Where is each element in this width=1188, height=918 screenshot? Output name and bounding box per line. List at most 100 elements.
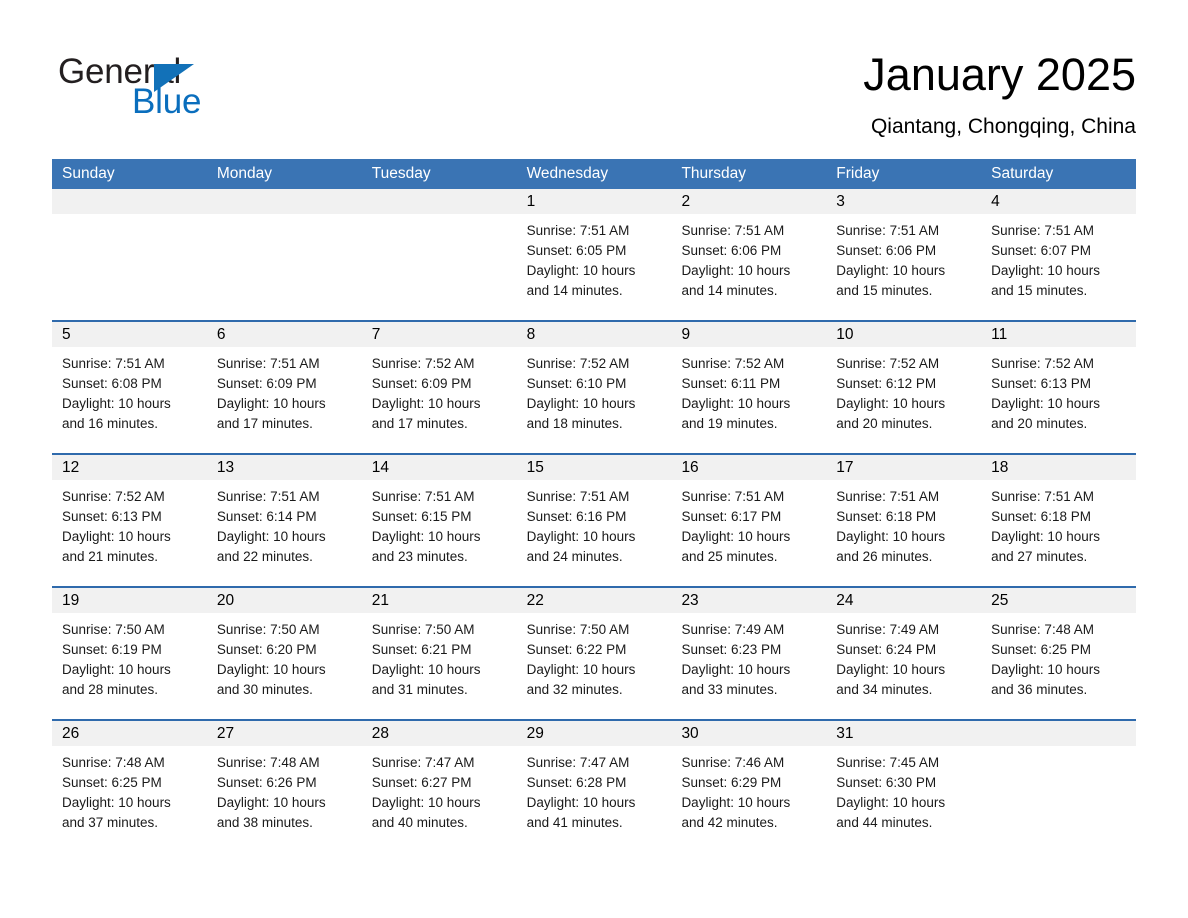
day-number[interactable]: 9: [671, 322, 826, 347]
day-number[interactable]: 31: [826, 721, 981, 746]
sunrise-text: Sunrise: 7:49 AM: [836, 622, 940, 637]
sunset-text: Sunset: 6:30 PM: [836, 775, 937, 790]
daylight-text: Daylight: 10 hours and 31 minutes.: [371, 662, 481, 697]
daylight-text: Daylight: 10 hours and 44 minutes.: [836, 795, 946, 830]
sunset-text: Sunset: 6:16 PM: [526, 509, 627, 524]
daylight-text: Daylight: 10 hours and 24 minutes.: [526, 529, 636, 564]
day-number[interactable]: 16: [671, 455, 826, 480]
day-number[interactable]: 5: [52, 322, 207, 347]
sunrise-text: Sunrise: 7:51 AM: [991, 223, 1094, 238]
day-info: Sunrise: 7:52 AM Sunset: 6:09 PM Daylight:…: [362, 347, 517, 444]
day-info: Sunrise: 7:52 AM Sunset: 6:11 PM Daylight:…: [671, 347, 826, 444]
day-info: Sunrise: 7:51 AM Sunset: 6:08 PM Daylight:…: [52, 347, 207, 444]
day-number[interactable]: 18: [981, 455, 1136, 480]
day-info-empty: [207, 214, 362, 311]
day-info: Sunrise: 7:51 AM Sunset: 6:06 PM Daylight:…: [826, 214, 981, 311]
day-number[interactable]: 8: [517, 322, 672, 347]
weekday-header-tuesday: Tuesday: [371, 165, 431, 182]
daylight-text: Daylight: 10 hours and 20 minutes.: [991, 396, 1100, 431]
sunrise-text: Sunrise: 7:52 AM: [991, 356, 1094, 371]
day-number[interactable]: 25: [981, 588, 1136, 613]
weekday-header-wednesday: Wednesday: [526, 165, 609, 182]
daylight-text: Daylight: 10 hours and 41 minutes.: [526, 795, 636, 830]
sunset-text: Sunset: 6:14 PM: [216, 509, 317, 524]
day-info: Sunrise: 7:51 AM Sunset: 6:18 PM Daylight:…: [981, 480, 1136, 577]
day-details-row: Sunrise: 7:48 AM Sunset: 6:25 PM Daylight:…: [52, 746, 1136, 843]
sunrise-text: Sunrise: 7:48 AM: [62, 755, 165, 770]
sunrise-text: Sunrise: 7:45 AM: [836, 755, 940, 770]
day-number[interactable]: 19: [52, 588, 207, 613]
day-number[interactable]: 28: [362, 721, 517, 746]
day-number[interactable]: 14: [362, 455, 517, 480]
sunrise-text: Sunrise: 7:52 AM: [836, 356, 940, 371]
day-cell-empty: [52, 189, 207, 214]
sunrise-text: Sunrise: 7:48 AM: [991, 622, 1094, 637]
sunrise-text: Sunrise: 7:49 AM: [681, 622, 785, 637]
daylight-text: Daylight: 10 hours and 42 minutes.: [681, 795, 791, 830]
sunrise-text: Sunrise: 7:46 AM: [681, 755, 785, 770]
day-number[interactable]: 6: [207, 322, 362, 347]
day-number[interactable]: 13: [207, 455, 362, 480]
sunrise-text: Sunrise: 7:51 AM: [836, 489, 940, 504]
sunset-text: Sunset: 6:21 PM: [371, 642, 472, 657]
day-number[interactable]: 20: [207, 588, 362, 613]
sunset-text: Sunset: 6:18 PM: [991, 509, 1091, 524]
day-info: Sunrise: 7:46 AM Sunset: 6:29 PM Daylight:…: [671, 746, 826, 843]
sunset-text: Sunset: 6:26 PM: [216, 775, 317, 790]
day-info: Sunrise: 7:51 AM Sunset: 6:05 PM Daylight:…: [517, 214, 672, 311]
day-number[interactable]: 23: [671, 588, 826, 613]
daylight-text: Daylight: 10 hours and 21 minutes.: [62, 529, 171, 564]
day-number[interactable]: 26: [52, 721, 207, 746]
day-number[interactable]: 7: [362, 322, 517, 347]
day-number[interactable]: 21: [362, 588, 517, 613]
day-number[interactable]: 10: [826, 322, 981, 347]
daylight-text: Daylight: 10 hours and 40 minutes.: [371, 795, 481, 830]
sunset-text: Sunset: 6:17 PM: [681, 509, 782, 524]
day-number[interactable]: 22: [517, 588, 672, 613]
sunrise-text: Sunrise: 7:51 AM: [681, 223, 785, 238]
sunset-text: Sunset: 6:09 PM: [216, 376, 317, 391]
sunset-text: Sunset: 6:22 PM: [526, 642, 627, 657]
day-number[interactable]: 15: [517, 455, 672, 480]
day-info: Sunrise: 7:47 AM Sunset: 6:27 PM Daylight:…: [362, 746, 517, 843]
day-number[interactable]: 2: [671, 189, 826, 214]
day-number[interactable]: 4: [981, 189, 1136, 214]
day-details-row: Sunrise: 7:51 AM Sunset: 6:08 PM Daylight:…: [52, 347, 1136, 444]
generalblue-logo[interactable]: General Blue: [58, 52, 288, 122]
day-number[interactable]: 29: [517, 721, 672, 746]
daylight-text: Daylight: 10 hours and 30 minutes.: [216, 662, 326, 697]
sunrise-text: Sunrise: 7:50 AM: [62, 622, 165, 637]
day-number-band: 26 27 28 29 30 31: [52, 721, 1136, 746]
daylight-text: Daylight: 10 hours and 18 minutes.: [526, 396, 636, 431]
day-info: Sunrise: 7:50 AM Sunset: 6:19 PM Daylight:…: [52, 613, 207, 710]
day-cell-empty: [207, 189, 362, 214]
sunset-text: Sunset: 6:13 PM: [62, 509, 162, 524]
sunset-text: Sunset: 6:05 PM: [526, 243, 627, 258]
sunrise-text: Sunrise: 7:50 AM: [371, 622, 475, 637]
day-info: Sunrise: 7:50 AM Sunset: 6:21 PM Daylight:…: [362, 613, 517, 710]
logo-text-blue: Blue: [132, 82, 202, 121]
day-number[interactable]: 3: [826, 189, 981, 214]
sunset-text: Sunset: 6:29 PM: [681, 775, 782, 790]
day-number[interactable]: 24: [826, 588, 981, 613]
day-info: Sunrise: 7:51 AM Sunset: 6:14 PM Daylight:…: [207, 480, 362, 577]
day-number[interactable]: 12: [52, 455, 207, 480]
daylight-text: Daylight: 10 hours and 37 minutes.: [62, 795, 171, 830]
daylight-text: Daylight: 10 hours and 26 minutes.: [836, 529, 946, 564]
sunrise-text: Sunrise: 7:47 AM: [371, 755, 475, 770]
day-number[interactable]: 27: [207, 721, 362, 746]
sunset-text: Sunset: 6:20 PM: [216, 642, 317, 657]
day-number[interactable]: 11: [981, 322, 1136, 347]
day-number[interactable]: 1: [517, 189, 672, 214]
day-number[interactable]: 30: [671, 721, 826, 746]
day-number-band: 19 20 21 22 23 24 25: [52, 588, 1136, 613]
day-number[interactable]: 17: [826, 455, 981, 480]
day-info: Sunrise: 7:50 AM Sunset: 6:20 PM Daylight:…: [207, 613, 362, 710]
page-header: General Blue January 2025 Qiantang, Chon…: [0, 0, 1188, 150]
day-info: Sunrise: 7:51 AM Sunset: 6:07 PM Daylight:…: [981, 214, 1136, 311]
daylight-text: Daylight: 10 hours and 14 minutes.: [526, 263, 636, 298]
sunset-text: Sunset: 6:07 PM: [991, 243, 1091, 258]
day-details-row: Sunrise: 7:52 AM Sunset: 6:13 PM Daylight:…: [52, 480, 1136, 577]
sunset-text: Sunset: 6:09 PM: [371, 376, 472, 391]
daylight-text: Daylight: 10 hours and 38 minutes.: [216, 795, 326, 830]
